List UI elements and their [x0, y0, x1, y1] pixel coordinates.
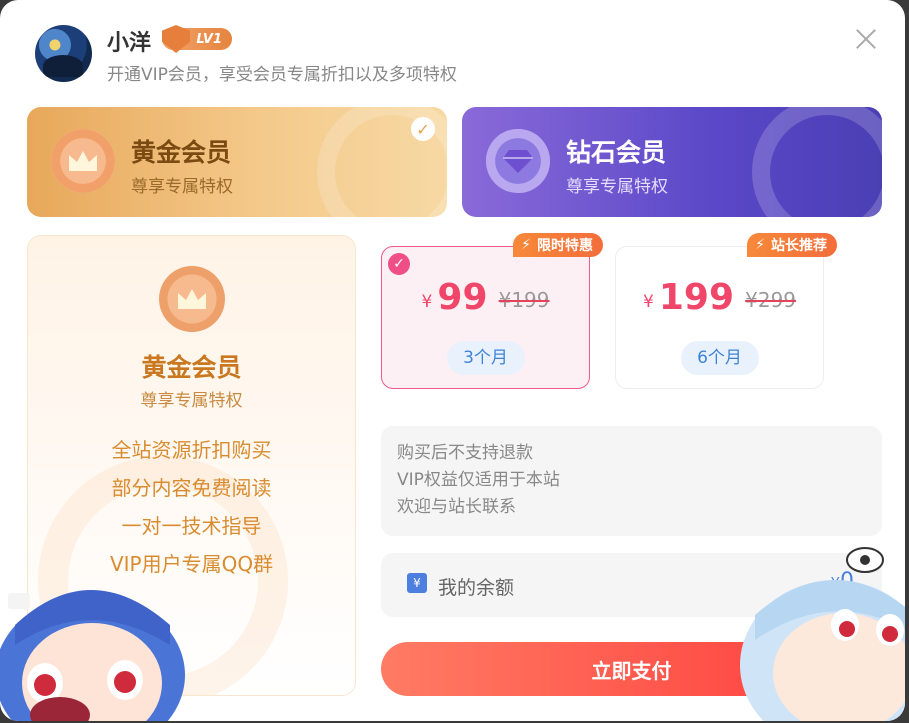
- crown-icon: [51, 129, 115, 193]
- tier-subtitle: 尊享专属特权: [566, 177, 668, 197]
- tier-card-gold[interactable]: 黄金会员 尊享专属特权 ✓: [27, 107, 447, 217]
- period-label: 3个月: [446, 341, 525, 375]
- benefits-subtitle: 尊享专属特权: [140, 391, 243, 411]
- original-price: ¥299: [745, 288, 797, 312]
- diamond-watermark-icon: [752, 107, 882, 217]
- notice-line: 购买后不支持退款: [397, 443, 533, 463]
- benefit-item: 部分内容免费阅读: [111, 476, 272, 500]
- wallet-icon: ¥: [407, 573, 427, 593]
- avatar: [35, 25, 92, 82]
- close-icon[interactable]: [851, 24, 881, 54]
- benefits-panel: 黄金会员 尊享专属特权 全站资源折扣购买 部分内容免费阅读 一对一技术指导 VI…: [27, 235, 356, 696]
- currency-symbol: ¥: [421, 292, 433, 312]
- original-price: ¥199: [498, 288, 550, 312]
- notice-line: 欢迎与站长联系: [397, 497, 516, 517]
- benefit-item: 全站资源折扣购买: [111, 438, 272, 462]
- currency-symbol: ¥: [830, 574, 840, 592]
- check-icon: ✓: [388, 253, 410, 275]
- tier-card-diamond[interactable]: 钻石会员 尊享专属特权: [462, 107, 882, 217]
- price-option-6-months[interactable]: ⚡ 站长推荐 ¥ 199 ¥299 6个月: [615, 233, 837, 389]
- tier-title: 钻石会员: [566, 138, 667, 167]
- price-tag-label: 站长推荐: [771, 238, 827, 254]
- tier-subtitle: 尊享专属特权: [131, 177, 233, 197]
- price-option-3-months[interactable]: ✓ ⚡ 限时特惠 ¥ 99 ¥199 3个月: [381, 233, 603, 389]
- period-label: 6个月: [680, 341, 759, 375]
- price-tag: ⚡ 站长推荐: [747, 233, 837, 257]
- check-icon: ✓: [411, 117, 435, 141]
- lightning-icon: ⚡: [521, 237, 531, 253]
- benefit-item: 一对一技术指导: [121, 514, 262, 538]
- balance-label: 我的余额: [438, 577, 515, 599]
- crown-icon: [159, 266, 225, 332]
- notice-line: VIP权益仅适用于本站: [397, 470, 560, 490]
- diamond-icon: [486, 129, 550, 193]
- tier-title: 黄金会员: [131, 138, 232, 167]
- benefits-title: 黄金会员: [141, 353, 242, 382]
- balance-row: ¥ 我的余额 ¥0: [381, 553, 882, 617]
- benefit-list: 全站资源折扣购买 部分内容免费阅读 一对一技术指导 VIP用户专属QQ群: [28, 431, 355, 583]
- username: 小洋: [107, 31, 152, 56]
- benefit-item: VIP用户专属QQ群: [109, 552, 274, 576]
- price-tag-label: 限时特惠: [537, 238, 593, 254]
- price-amount: 199: [658, 277, 735, 318]
- purchase-notice: 购买后不支持退款 VIP权益仅适用于本站 欢迎与站长联系: [381, 426, 882, 536]
- balance-amount: 0: [840, 569, 854, 594]
- balance-value: ¥0: [830, 569, 854, 594]
- vip-purchase-dialog: 小洋 LV1 开通VIP会员，享受会员专属折扣以及多项特权 黄金会员 尊享专属特…: [0, 0, 905, 721]
- price-amount: 99: [437, 277, 488, 318]
- lightning-icon: ⚡: [755, 237, 765, 253]
- header-subtitle: 开通VIP会员，享受会员专属折扣以及多项特权: [107, 65, 457, 85]
- pay-now-button[interactable]: 立即支付: [381, 642, 882, 696]
- currency-symbol: ¥: [642, 292, 654, 312]
- price-tag: ⚡ 限时特惠: [513, 233, 603, 257]
